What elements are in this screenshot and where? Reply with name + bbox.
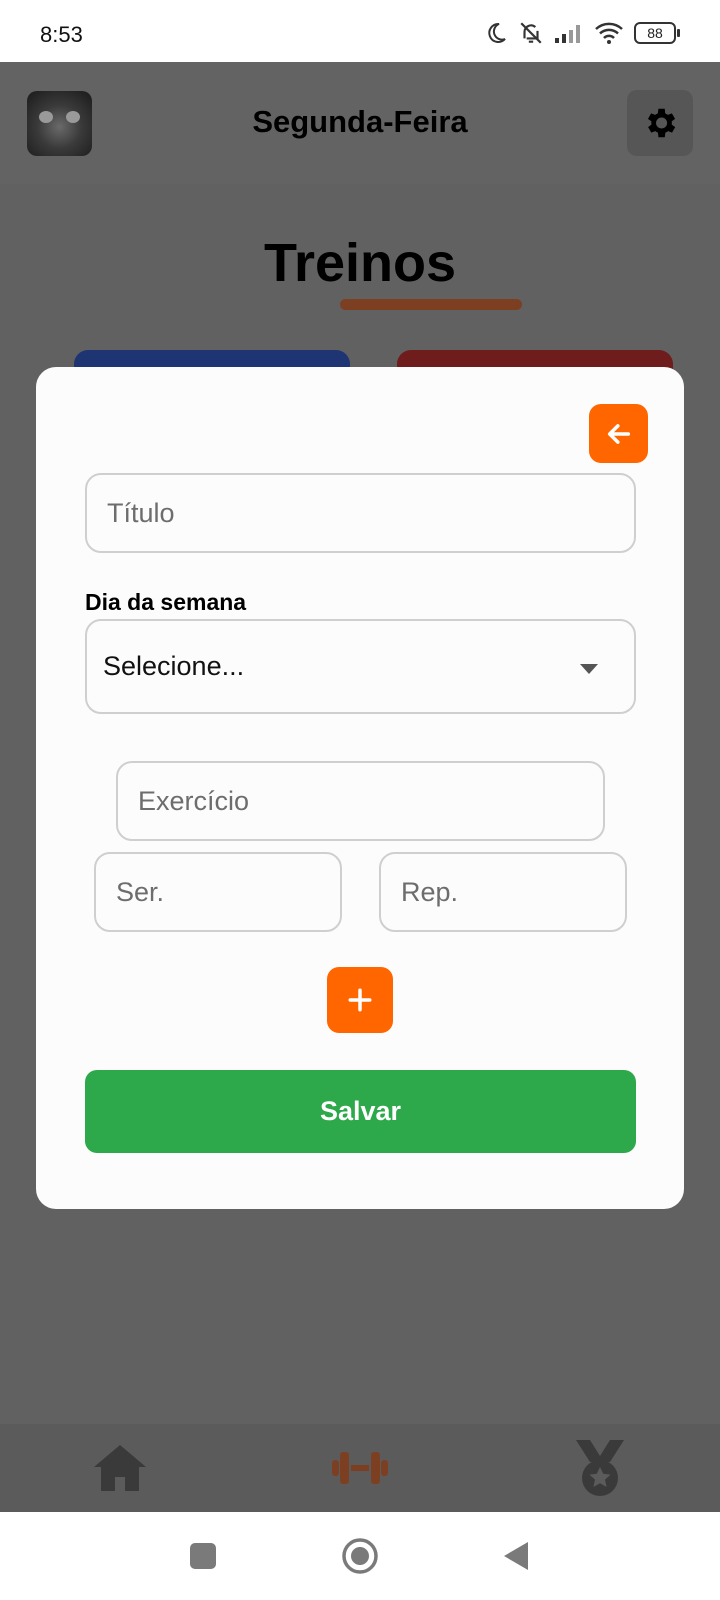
header-title: Segunda-Feira <box>252 104 468 139</box>
home-nav-button[interactable] <box>338 1534 382 1578</box>
series-input[interactable] <box>94 852 342 932</box>
title-underline <box>340 299 522 310</box>
status-icons: 88 <box>484 20 680 46</box>
reps-input[interactable] <box>379 852 627 932</box>
dumbbell-icon <box>332 1452 388 1484</box>
square-icon <box>190 1543 216 1569</box>
back-button[interactable] <box>589 404 648 463</box>
moon-icon <box>488 22 506 43</box>
battery-icon: 88 <box>634 22 680 44</box>
title-input[interactable] <box>85 473 636 553</box>
bell-off-icon <box>520 22 542 44</box>
settings-button[interactable] <box>627 90 693 156</box>
exercise-input[interactable] <box>116 761 605 841</box>
weekday-select[interactable]: Selecione... <box>85 619 636 714</box>
add-exercise-button[interactable] <box>327 967 393 1033</box>
tab-home[interactable] <box>88 1436 152 1500</box>
save-button[interactable]: Salvar <box>85 1070 636 1153</box>
new-workout-modal: Dia da semana Selecione... Salvar <box>36 367 684 1209</box>
plus-icon <box>348 988 372 1012</box>
status-bar: 8:53 88 <box>0 0 720 62</box>
weekday-select-value: Selecione... <box>103 651 245 681</box>
battery-level: 88 <box>647 25 663 41</box>
gear-icon <box>647 108 676 138</box>
wifi-icon <box>595 22 623 44</box>
weekday-label: Dia da semana <box>85 589 247 615</box>
back-nav-button[interactable] <box>494 1534 538 1578</box>
bottom-tab-bar <box>0 1424 720 1512</box>
arrow-left-icon <box>607 423 630 444</box>
tab-workouts[interactable] <box>328 1436 392 1500</box>
tab-medal[interactable] <box>568 1436 632 1500</box>
home-icon <box>94 1445 146 1491</box>
medal-icon <box>576 1440 624 1496</box>
triangle-back-icon <box>504 1542 528 1570</box>
caret-down-icon <box>580 664 598 674</box>
app-header: Segunda-Feira <box>0 62 720 184</box>
signal-icon <box>555 25 580 43</box>
system-nav-bar <box>0 1512 720 1600</box>
circle-icon <box>342 1538 378 1574</box>
recent-apps-button[interactable] <box>181 1534 225 1578</box>
status-time: 8:53 <box>40 22 83 47</box>
screen-title: Treinos <box>263 233 457 293</box>
